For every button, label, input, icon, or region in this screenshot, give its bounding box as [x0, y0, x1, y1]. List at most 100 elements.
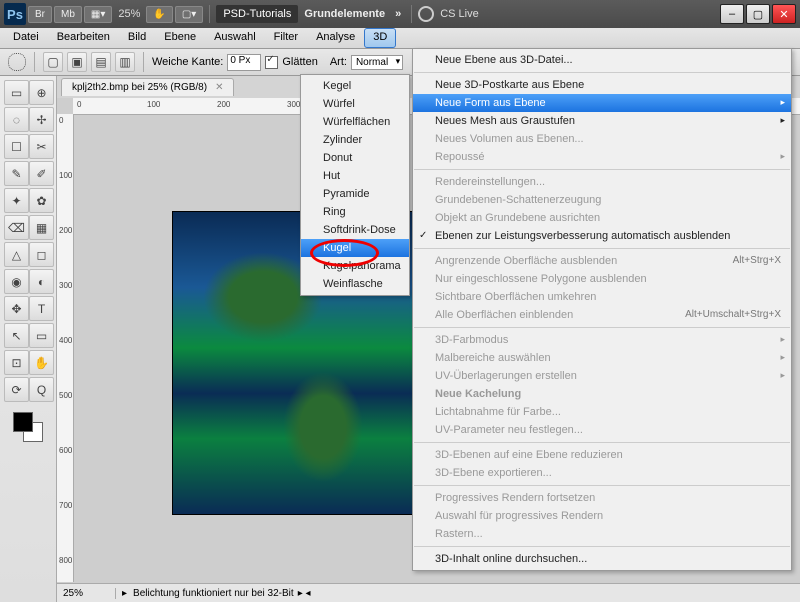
statusbar: 25% ▸ Belichtung funktioniert nur bei 32… — [57, 583, 800, 602]
app-titlebar: Ps Br Mb ▦▾ 25% ✋ ▢▾ PSD-Tutorials Grund… — [0, 0, 800, 28]
screen-mode-btn[interactable]: ▢▾ — [175, 6, 203, 23]
mi-malbereiche-ausw-hlen: Malbereiche auswählen — [413, 349, 791, 367]
3d-menu: Neue Ebene aus 3D-Datei... Neue 3D-Postka… — [412, 48, 792, 571]
mi-angrenzende-oberfl-che-a: Angrenzende Oberfläche ausblendenAlt+Str… — [413, 252, 791, 270]
mi-auswahl-f-r-progressives: Auswahl für progressives Rendern — [413, 507, 791, 525]
maximize-btn[interactable]: ▢ — [746, 4, 770, 24]
menu-analyse[interactable]: Analyse — [307, 28, 364, 48]
tool-16[interactable]: ✥ — [4, 296, 29, 321]
mi-lichtabnahme-f-r-farbe-: Lichtabnahme für Farbe... — [413, 403, 791, 421]
antialias-label: Glätten — [282, 56, 317, 68]
mi-objekt-an-grundebene-aus: Objekt an Grundebene ausrichten — [413, 209, 791, 227]
menu-bild[interactable]: Bild — [119, 28, 155, 48]
status-zoom[interactable]: 25% — [57, 588, 116, 599]
tool-icon — [8, 53, 26, 71]
tool-2[interactable]: ◌ — [4, 107, 29, 132]
menu-ebene[interactable]: Ebene — [155, 28, 205, 48]
tool-13[interactable]: ◻ — [29, 242, 54, 267]
tool-19[interactable]: ▭ — [29, 323, 54, 348]
tool-7[interactable]: ✐ — [29, 161, 54, 186]
shape-kugelpanorama[interactable]: Kugelpanorama — [301, 257, 409, 275]
shape-würfelflächen[interactable]: Würfelflächen — [301, 113, 409, 131]
shape-kugel[interactable]: Kugel — [301, 239, 409, 257]
arrange-btn[interactable]: ▦▾ — [84, 6, 112, 23]
sel-sub[interactable]: ▤ — [91, 52, 111, 72]
tool-10[interactable]: ⌫ — [4, 215, 29, 240]
shape-donut[interactable]: Donut — [301, 149, 409, 167]
shape-submenu: KegelWürfelWürfelflächenZylinderDonutHut… — [300, 74, 410, 296]
mb-btn[interactable]: Mb — [54, 6, 82, 23]
tool-15[interactable]: ◐ — [29, 269, 54, 294]
tab-close-icon[interactable]: ✕ — [215, 82, 223, 93]
tool-14[interactable]: ◉ — [4, 269, 29, 294]
hand-btn[interactable]: ✋ — [146, 6, 172, 23]
workspace-grund[interactable]: Grundelemente — [300, 8, 389, 20]
sel-int[interactable]: ▥ — [115, 52, 135, 72]
shape-ring[interactable]: Ring — [301, 203, 409, 221]
mi-sichtbare-oberfl-chen-um: Sichtbare Oberflächen umkehren — [413, 288, 791, 306]
tool-1[interactable]: ⊕ — [29, 80, 54, 105]
bridge-btn[interactable]: Br — [28, 6, 52, 23]
mi-3d-ebene-exportieren-: 3D-Ebene exportieren... — [413, 464, 791, 482]
tool-22[interactable]: ⟳ — [4, 377, 29, 402]
menu-filter[interactable]: Filter — [265, 28, 307, 48]
cslive-label[interactable]: CS Live — [436, 8, 483, 20]
antialias-cb[interactable] — [265, 56, 278, 69]
mi-3d-inhalt-online-durchsu[interactable]: 3D-Inhalt online durchsuchen... — [413, 550, 791, 568]
tool-21[interactable]: ✋ — [29, 350, 54, 375]
shape-weinflasche[interactable]: Weinflasche — [301, 275, 409, 293]
tool-9[interactable]: ✿ — [29, 188, 54, 213]
tool-6[interactable]: ✎ — [4, 161, 29, 186]
workspace-psd[interactable]: PSD-Tutorials — [216, 5, 298, 23]
shape-hut[interactable]: Hut — [301, 167, 409, 185]
tool-12[interactable]: △ — [4, 242, 29, 267]
tool-18[interactable]: ↖ — [4, 323, 29, 348]
photoshop-logo: Ps — [4, 3, 26, 25]
mi-3d-farbmodus: 3D-Farbmodus — [413, 331, 791, 349]
tool-5[interactable]: ✂ — [29, 134, 54, 159]
shape-kegel[interactable]: Kegel — [301, 77, 409, 95]
menu-bearbeiten[interactable]: Bearbeiten — [48, 28, 119, 48]
tool-23[interactable]: Q — [29, 377, 54, 402]
mi-3d-ebenen-auf-eine-ebene: 3D-Ebenen auf eine Ebene reduzieren — [413, 446, 791, 464]
tool-20[interactable]: ⊡ — [4, 350, 29, 375]
shape-würfel[interactable]: Würfel — [301, 95, 409, 113]
zoom-level[interactable]: 25% — [114, 8, 144, 20]
style-select[interactable]: Normal — [351, 55, 403, 70]
mi-neue-form-aus-ebene[interactable]: Neue Form aus Ebene — [413, 94, 791, 112]
shape-zylinder[interactable]: Zylinder — [301, 131, 409, 149]
mi-uv-berlagerungen-erstell: UV-Überlagerungen erstellen — [413, 367, 791, 385]
mi-rastern-: Rastern... — [413, 525, 791, 543]
mi-neue-kachelung: Neue Kachelung — [413, 385, 791, 403]
mi-neue-ebene-aus-3d-datei-[interactable]: Neue Ebene aus 3D-Datei... — [413, 51, 791, 69]
style-label: Art: — [330, 56, 347, 68]
cslive-icon — [418, 6, 434, 22]
menu-auswahl[interactable]: Auswahl — [205, 28, 265, 48]
tools-panel: ▭⊕◌✢☐✂✎✐✦✿⌫▦△◻◉◐✥T↖▭⊡✋⟳Q — [0, 76, 57, 602]
mi-ebenen-zur-leistungsverb[interactable]: Ebenen zur Leistungsverbesserung automat… — [413, 227, 791, 245]
shape-softdrink-dose[interactable]: Softdrink-Dose — [301, 221, 409, 239]
tool-8[interactable]: ✦ — [4, 188, 29, 213]
sel-add[interactable]: ▣ — [67, 52, 87, 72]
close-btn[interactable]: ✕ — [772, 4, 796, 24]
sel-new[interactable]: ▢ — [43, 52, 63, 72]
menu-datei[interactable]: Datei — [4, 28, 48, 48]
workspace-more[interactable]: » — [391, 8, 405, 20]
mi-uv-parameter-neu-festleg: UV-Parameter neu festlegen... — [413, 421, 791, 439]
color-swatches[interactable] — [13, 412, 43, 442]
status-msg: Belichtung funktioniert nur bei 32-Bit — [133, 588, 294, 599]
document-tab[interactable]: kplj2th2.bmp bei 25% (RGB/8)✕ — [61, 78, 234, 96]
menu-3d[interactable]: 3D — [364, 28, 396, 48]
tool-3[interactable]: ✢ — [29, 107, 54, 132]
mi-neues-mesh-aus-graustufe[interactable]: Neues Mesh aus Graustufen — [413, 112, 791, 130]
mi-repouss-: Repoussé — [413, 148, 791, 166]
feather-input[interactable]: 0 Px — [227, 54, 261, 71]
tool-4[interactable]: ☐ — [4, 134, 29, 159]
tool-11[interactable]: ▦ — [29, 215, 54, 240]
mi-progressives-rendern-for: Progressives Rendern fortsetzen — [413, 489, 791, 507]
shape-pyramide[interactable]: Pyramide — [301, 185, 409, 203]
tool-17[interactable]: T — [29, 296, 54, 321]
mi-neue-3d-postkarte-aus-eb[interactable]: Neue 3D-Postkarte aus Ebene — [413, 76, 791, 94]
tool-0[interactable]: ▭ — [4, 80, 29, 105]
minimize-btn[interactable]: – — [720, 4, 744, 24]
